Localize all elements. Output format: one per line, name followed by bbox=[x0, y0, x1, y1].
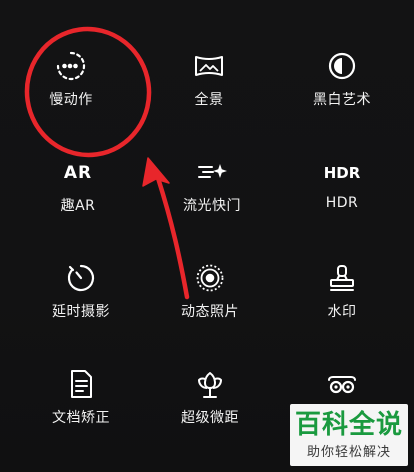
mode-timelapse[interactable]: 延时摄影 bbox=[12, 212, 150, 320]
light-shutter-icon bbox=[195, 155, 229, 189]
mode-document[interactable]: 文档矫正 bbox=[12, 318, 150, 426]
mode-label: 文档矫正 bbox=[52, 410, 110, 426]
document-icon bbox=[64, 367, 98, 401]
ar-icon: AR bbox=[58, 155, 98, 189]
panorama-icon bbox=[192, 49, 226, 83]
svg-text:AR: AR bbox=[64, 163, 92, 183]
slow-motion-icon bbox=[54, 49, 88, 83]
mode-watermark[interactable]: 水印 bbox=[273, 212, 411, 320]
mode-slow-motion[interactable]: 慢动作 bbox=[2, 0, 140, 108]
mode-light-shutter[interactable]: 流光快门 bbox=[143, 106, 281, 214]
watermark-subtitle: 助你轻松解决 bbox=[306, 444, 391, 460]
svg-text:HDR: HDR bbox=[324, 164, 361, 182]
mode-label: 超级微距 bbox=[181, 410, 239, 426]
hdr-icon: HDR bbox=[318, 155, 366, 189]
mode-black-white[interactable]: 黑白艺术 bbox=[273, 0, 411, 108]
watermark-badge: 百科全说 助你轻松解决 bbox=[290, 404, 408, 466]
black-white-icon bbox=[325, 49, 359, 83]
moving-picture-icon bbox=[193, 261, 227, 295]
watermark-title: 百科全说 bbox=[294, 409, 403, 440]
mode-hdr[interactable]: HDR HDR bbox=[273, 106, 411, 212]
mode-label: HDR bbox=[325, 195, 359, 211]
timelapse-icon bbox=[64, 261, 98, 295]
mode-moving-picture[interactable]: 动态照片 bbox=[141, 212, 279, 320]
camera-more-modes-screen: 慢动作 全景 黑白艺术 AR 趣AR 流光快门 HDR HDR 延时摄影 动态照… bbox=[0, 0, 414, 472]
watermark-stamp-icon bbox=[325, 261, 359, 295]
mode-panorama[interactable]: 全景 bbox=[140, 0, 278, 108]
super-macro-icon bbox=[193, 367, 227, 401]
mode-ar[interactable]: AR 趣AR bbox=[9, 106, 147, 214]
mode-super-macro[interactable]: 超级微距 bbox=[141, 318, 279, 426]
mode-grid: 慢动作 全景 黑白艺术 AR 趣AR 流光快门 HDR HDR 延时摄影 动态照… bbox=[0, 0, 414, 472]
dual-view-icon bbox=[325, 367, 359, 401]
